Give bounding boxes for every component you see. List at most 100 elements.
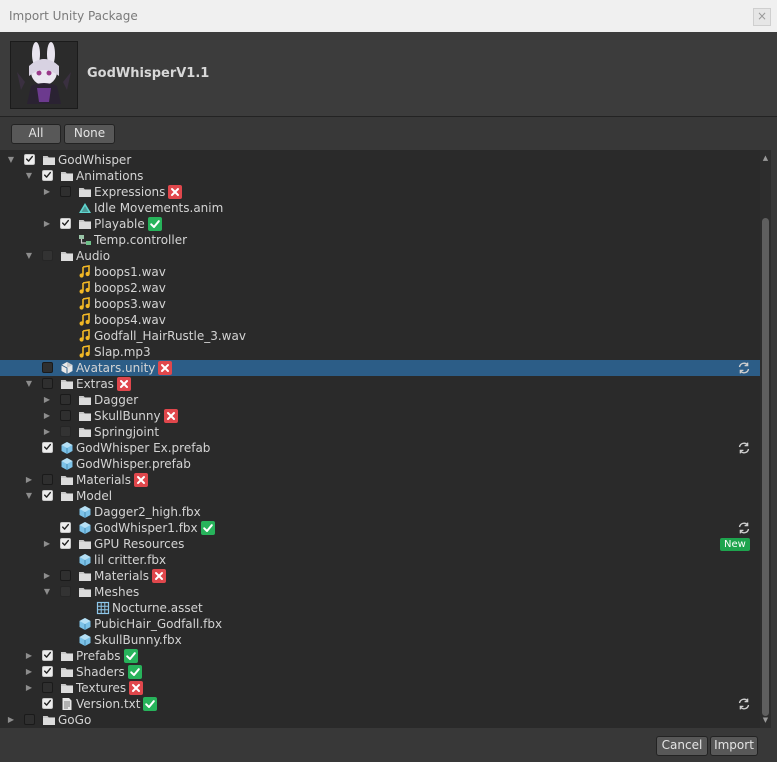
expand-arrow-right-icon[interactable]: ▶ — [6, 712, 16, 728]
include-checkbox[interactable] — [42, 474, 53, 485]
tree-row-avatars-unity[interactable]: Avatars.unity — [0, 360, 760, 376]
close-icon[interactable]: × — [753, 8, 771, 26]
tree-row-playable[interactable]: ▶ Playable — [0, 216, 760, 232]
package-header: GodWhisperV1.1 — [0, 32, 777, 117]
tree-row-textures[interactable]: ▶ Textures — [0, 680, 760, 696]
expand-arrow-right-icon[interactable]: ▶ — [24, 664, 34, 680]
tree-row-springjoint[interactable]: ▶ Springjoint — [0, 424, 760, 440]
tree-row-boops2-wav[interactable]: boops2.wav — [0, 280, 760, 296]
tree-row-skullbunny[interactable]: ▶ SkullBunny — [0, 408, 760, 424]
tree-row-godwhisper-ex-prefab[interactable]: GodWhisper Ex.prefab — [0, 440, 760, 456]
tree-row-label: Temp.controller — [94, 233, 188, 247]
tree-row-text: GodWhisper Ex.prefab — [76, 440, 210, 456]
folder-icon — [60, 473, 74, 487]
expand-arrow-down-icon[interactable]: ▼ — [6, 152, 16, 168]
expand-arrow-right-icon[interactable]: ▶ — [42, 568, 52, 584]
expand-arrow-down-icon[interactable]: ▼ — [24, 248, 34, 264]
tree-row-godwhisper1-fbx[interactable]: GodWhisper1.fbx — [0, 520, 760, 536]
include-checkbox[interactable] — [42, 666, 53, 677]
tree-row-extras[interactable]: ▼ Extras — [0, 376, 760, 392]
expand-arrow-right-icon[interactable]: ▶ — [42, 408, 52, 424]
expand-arrow-down-icon[interactable]: ▼ — [24, 376, 34, 392]
include-checkbox[interactable] — [42, 170, 53, 181]
include-checkbox[interactable] — [42, 650, 53, 661]
include-checkbox[interactable] — [42, 442, 53, 453]
tree-row-gpu-resources[interactable]: ▶ GPU Resources New — [0, 536, 760, 552]
tree-row-slap-mp3[interactable]: Slap.mp3 — [0, 344, 760, 360]
expand-arrow-right-icon[interactable]: ▶ — [24, 680, 34, 696]
tree-row-text: Playable — [94, 216, 162, 232]
tree-row-version-txt[interactable]: Version.txt — [0, 696, 760, 712]
expand-arrow-right-icon[interactable]: ▶ — [42, 184, 52, 200]
scrollbar-thumb[interactable] — [762, 218, 769, 716]
folder-icon — [78, 537, 92, 551]
include-checkbox[interactable] — [60, 426, 71, 437]
prefab-icon — [60, 457, 74, 471]
include-checkbox[interactable] — [42, 698, 53, 709]
expand-arrow-right-icon[interactable]: ▶ — [24, 472, 34, 488]
tree-row-boops3-wav[interactable]: boops3.wav — [0, 296, 760, 312]
include-checkbox[interactable] — [24, 714, 35, 725]
include-checkbox[interactable] — [24, 154, 35, 165]
tree-row-lil-critter-fbx[interactable]: lil critter.fbx — [0, 552, 760, 568]
tree-row-nocturne-asset[interactable]: Nocturne.asset — [0, 600, 760, 616]
scroll-down-icon[interactable]: ▼ — [760, 715, 771, 725]
expand-arrow-right-icon[interactable]: ▶ — [42, 216, 52, 232]
tree-row-model[interactable]: ▼ Model — [0, 488, 760, 504]
tree-row-text: Slap.mp3 — [94, 344, 151, 360]
tree-row-materials[interactable]: ▶ Materials — [0, 568, 760, 584]
tree-row-boops4-wav[interactable]: boops4.wav — [0, 312, 760, 328]
select-none-button[interactable]: None — [64, 124, 115, 144]
include-checkbox[interactable] — [42, 490, 53, 501]
tree-row-prefabs[interactable]: ▶ Prefabs — [0, 648, 760, 664]
tree-row-gogo[interactable]: ▶ GoGo — [0, 712, 760, 728]
tree-row-label: GodWhisper — [58, 153, 132, 167]
expand-arrow-down-icon[interactable]: ▼ — [24, 168, 34, 184]
tree-row-dagger2-high-fbx[interactable]: Dagger2_high.fbx — [0, 504, 760, 520]
tree-row-meshes[interactable]: ▼ Meshes — [0, 584, 760, 600]
tree-row-skullbunny-fbx[interactable]: SkullBunny.fbx — [0, 632, 760, 648]
include-checkbox[interactable] — [42, 250, 53, 261]
tree-row-materials[interactable]: ▶ Materials — [0, 472, 760, 488]
tree-row-label: GoGo — [58, 713, 92, 727]
include-checkbox[interactable] — [60, 410, 71, 421]
expand-arrow-right-icon[interactable]: ▶ — [42, 536, 52, 552]
cancel-button[interactable]: Cancel — [656, 736, 708, 756]
tree-row-idle-movements-anim[interactable]: Idle Movements.anim — [0, 200, 760, 216]
include-checkbox[interactable] — [42, 362, 53, 373]
include-checkbox[interactable] — [60, 218, 71, 229]
tree-row-text: Version.txt — [76, 696, 158, 712]
scroll-up-icon[interactable]: ▲ — [760, 153, 771, 163]
tree-row-animations[interactable]: ▼ Animations — [0, 168, 760, 184]
select-all-button[interactable]: All — [11, 124, 61, 144]
include-checkbox[interactable] — [60, 186, 71, 197]
include-checkbox[interactable] — [42, 682, 53, 693]
include-checkbox[interactable] — [60, 538, 71, 549]
tree-row-godwhisper[interactable]: ▼ GodWhisper — [0, 152, 760, 168]
prefab-icon — [60, 441, 74, 455]
controller-icon — [78, 233, 92, 247]
include-checkbox[interactable] — [42, 378, 53, 389]
tree-row-godfall-hairrustle-3-wav[interactable]: Godfall_HairRustle_3.wav — [0, 328, 760, 344]
include-checkbox[interactable] — [60, 522, 71, 533]
expand-arrow-down-icon[interactable]: ▼ — [42, 584, 52, 600]
expand-arrow-down-icon[interactable]: ▼ — [24, 488, 34, 504]
tree-row-label: Prefabs — [76, 649, 121, 663]
tree-scrollbar[interactable]: ▲ ▼ — [760, 150, 771, 728]
tree-row-temp-controller[interactable]: Temp.controller — [0, 232, 760, 248]
tree-row-boops1-wav[interactable]: boops1.wav — [0, 264, 760, 280]
expand-arrow-right-icon[interactable]: ▶ — [42, 392, 52, 408]
tree-row-expressions[interactable]: ▶ Expressions — [0, 184, 760, 200]
include-checkbox[interactable] — [60, 586, 71, 597]
include-checkbox[interactable] — [60, 570, 71, 581]
import-button[interactable]: Import — [710, 736, 758, 756]
folder-icon — [60, 489, 74, 503]
include-checkbox[interactable] — [60, 394, 71, 405]
tree-row-shaders[interactable]: ▶ Shaders — [0, 664, 760, 680]
tree-row-audio[interactable]: ▼ Audio — [0, 248, 760, 264]
tree-row-godwhisper-prefab[interactable]: GodWhisper.prefab — [0, 456, 760, 472]
expand-arrow-right-icon[interactable]: ▶ — [24, 648, 34, 664]
tree-row-dagger[interactable]: ▶ Dagger — [0, 392, 760, 408]
tree-row-pubichair-godfall-fbx[interactable]: PubicHair_Godfall.fbx — [0, 616, 760, 632]
expand-arrow-right-icon[interactable]: ▶ — [42, 424, 52, 440]
